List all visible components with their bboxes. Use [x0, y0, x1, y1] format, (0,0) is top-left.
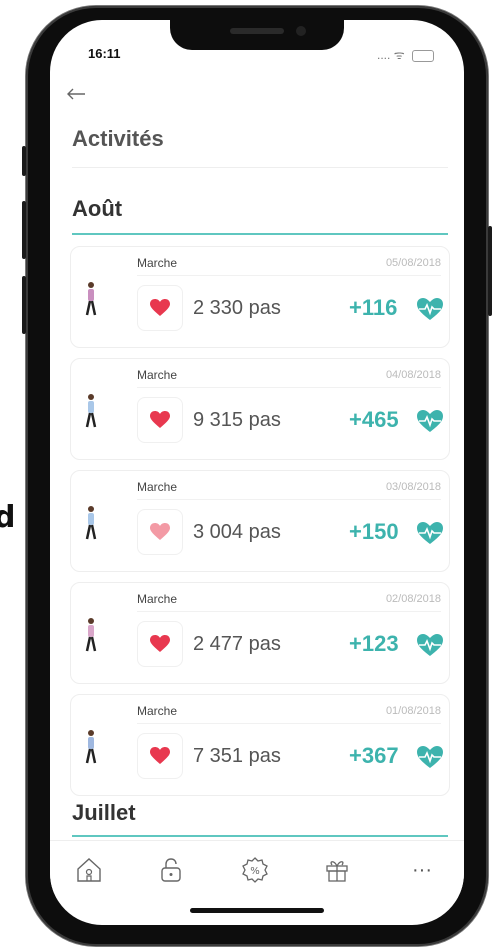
heart-pulse-icon: [417, 522, 443, 544]
activity-card[interactable]: Marche 04/08/2018 9 315 pas +465: [70, 358, 450, 460]
card-divider: [137, 499, 441, 500]
home-icon[interactable]: [74, 855, 114, 889]
walking-person-icon: [85, 618, 97, 652]
heart-badge: [137, 733, 183, 779]
heart-icon: [150, 411, 170, 428]
points-earned: +465: [349, 407, 399, 432]
walking-person-icon: [85, 394, 97, 428]
activity-date: 03/08/2018: [385, 481, 441, 493]
heart-badge: [137, 397, 183, 443]
points-earned: +150: [349, 519, 399, 544]
activity-type: Marche: [137, 368, 178, 382]
walking-person-icon: [85, 730, 97, 764]
card-divider: [137, 387, 441, 388]
points-earned: +367: [349, 743, 399, 768]
heart-icon: [150, 523, 170, 540]
unlock-icon[interactable]: [156, 855, 196, 889]
activity-date: 01/08/2018: [385, 705, 441, 717]
month-title-august: Août: [72, 196, 123, 221]
activity-list: Marche 05/08/2018 2 330 pas +116 Marche …: [70, 246, 450, 806]
heart-badge: [137, 621, 183, 667]
walking-person-icon: [85, 282, 97, 316]
heart-badge: [137, 509, 183, 555]
activity-type: Marche: [137, 704, 178, 718]
back-arrow-icon[interactable]: [66, 84, 86, 107]
activity-type: Marche: [137, 256, 178, 270]
home-indicator: [190, 908, 324, 913]
header-divider: [72, 167, 448, 168]
activity-card[interactable]: Marche 03/08/2018 3 004 pas +150: [70, 470, 450, 572]
wifi-icon: ᯤ: [393, 48, 405, 62]
activity-card[interactable]: Marche 02/08/2018 2 477 pas +123: [70, 582, 450, 684]
month-title-july: Juillet: [72, 800, 136, 825]
heart-pulse-icon: [417, 634, 443, 656]
battery-icon: [412, 49, 434, 62]
discount-badge-icon[interactable]: %: [240, 855, 280, 889]
activity-date: 02/08/2018: [385, 593, 441, 605]
notch: [170, 20, 344, 50]
svg-text:%: %: [250, 866, 260, 877]
app-screen: 16:11 .... ᯤ Activités Août Marche 05/08…: [50, 20, 464, 925]
heart-badge: [137, 285, 183, 331]
activity-card[interactable]: Marche 01/08/2018 7 351 pas +367: [70, 694, 450, 796]
points-earned: +123: [349, 631, 399, 656]
card-divider: [137, 611, 441, 612]
card-divider: [137, 275, 441, 276]
page-title: Activités: [72, 126, 164, 151]
mute-switch: [22, 146, 26, 176]
gift-icon[interactable]: [322, 855, 362, 889]
step-count: 7 351 pas: [193, 745, 281, 767]
card-divider: [137, 723, 441, 724]
activity-card[interactable]: Marche 05/08/2018 2 330 pas +116: [70, 246, 450, 348]
power-button: [488, 226, 492, 316]
signal-icon: ....: [377, 48, 391, 62]
activity-date: 04/08/2018: [385, 369, 441, 381]
volume-down-button: [22, 276, 26, 334]
heart-pulse-icon: [417, 746, 443, 768]
activity-type: Marche: [137, 592, 178, 606]
month-underline: [72, 835, 448, 837]
cropped-letter: d: [0, 500, 16, 535]
heart-icon: [150, 635, 170, 652]
walking-person-icon: [85, 506, 97, 540]
activity-type: Marche: [137, 480, 178, 494]
volume-up-button: [22, 201, 26, 259]
heart-icon: [150, 299, 170, 316]
speaker: [230, 28, 284, 34]
bottom-tab-bar: % ···: [50, 840, 464, 901]
step-count: 9 315 pas: [193, 409, 281, 431]
heart-pulse-icon: [417, 298, 443, 320]
step-count: 2 330 pas: [193, 297, 281, 319]
month-underline: [72, 233, 448, 235]
front-camera: [296, 26, 306, 36]
status-icons: .... ᯤ: [377, 46, 434, 63]
step-count: 3 004 pas: [193, 521, 281, 543]
heart-icon: [150, 747, 170, 764]
heart-pulse-icon: [417, 410, 443, 432]
activity-date: 05/08/2018: [385, 257, 441, 269]
more-icon[interactable]: ···: [402, 855, 442, 889]
points-earned: +116: [349, 295, 398, 320]
status-time: 16:11: [88, 46, 121, 61]
step-count: 2 477 pas: [193, 633, 281, 655]
